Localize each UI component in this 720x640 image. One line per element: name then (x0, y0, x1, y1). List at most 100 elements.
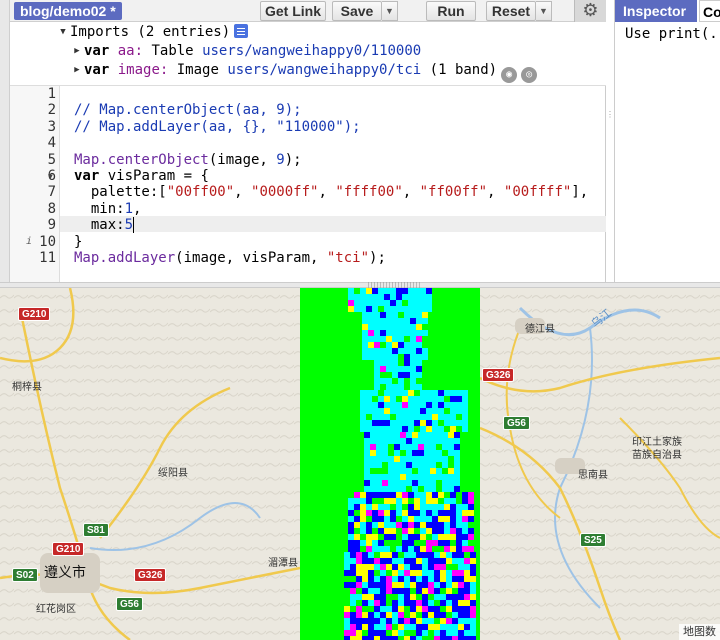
code-line-7: palette:["00ff00", "0000ff", "ffff00", "… (74, 184, 589, 201)
tab-console[interactable]: Co (699, 0, 720, 22)
fold-chevron-down-icon[interactable]: ▼ (48, 172, 53, 181)
raster-pixel (404, 570, 410, 576)
raster-pixel (366, 546, 372, 552)
save-button[interactable]: Save (332, 1, 382, 21)
right-panel-splitter[interactable]: ⋮ (606, 110, 614, 130)
raster-pixel (438, 396, 444, 402)
raster-pixel (416, 354, 422, 360)
raster-pixel (392, 336, 398, 342)
raster-pixel (434, 552, 440, 558)
reset-dropdown-chevron-down-icon[interactable]: ▼ (536, 1, 552, 21)
raster-pixel (464, 612, 470, 618)
run-button[interactable]: Run (426, 1, 476, 21)
eye-icon[interactable]: ◉ (501, 67, 518, 83)
expand-triangle-icon[interactable]: ▶ (70, 60, 84, 80)
raster-pixel (384, 492, 390, 498)
raster-pixel (416, 570, 422, 576)
raster-pixel (430, 468, 436, 474)
import-item-image[interactable]: ▶ var image: Image users/wangweihappy0/tc… (70, 60, 538, 83)
raster-pixel (402, 396, 408, 402)
raster-pixel (450, 492, 456, 498)
raster-pixel (416, 558, 422, 564)
raster-pixel (426, 426, 432, 432)
raster-pixel (438, 528, 444, 534)
raster-pixel (458, 570, 464, 576)
gear-icon[interactable]: ⚙ (574, 0, 606, 22)
raster-pixel (406, 462, 412, 468)
raster-pixel (418, 462, 424, 468)
raster-pixel (356, 636, 362, 640)
raster-pixel (450, 396, 456, 402)
raster-pixel (450, 534, 456, 540)
raster-pixel (428, 582, 434, 588)
code-editor[interactable]: 1 2 3 4 5 6 7 8 9 10 11 ▼ i // Map.cente… (10, 86, 606, 282)
get-link-button[interactable]: Get Link (260, 1, 326, 21)
raster-pixel (370, 486, 376, 492)
import-item-aa[interactable]: ▶ var aa: Table users/wangweihappy0/11000… (70, 41, 421, 61)
raster-pixel (376, 474, 382, 480)
line-number: 5 (47, 151, 56, 168)
raster-pixel (384, 522, 390, 528)
active-line-highlight (60, 216, 606, 233)
raster-pixel (356, 606, 362, 612)
raster-pixel (392, 636, 398, 640)
raster-pixel (414, 408, 420, 414)
raster-pixel (388, 480, 394, 486)
raster-pixel (380, 582, 386, 588)
raster-pixel (426, 498, 432, 504)
raster-pixel (362, 606, 368, 612)
raster-pixel (404, 354, 410, 360)
raster-pixel (378, 504, 384, 510)
raster-pixel (420, 396, 426, 402)
raster-pixel (462, 402, 468, 408)
line-number: 10 (39, 233, 56, 250)
raster-pixel (422, 354, 428, 360)
raster-pixel (392, 342, 398, 348)
raster-pixel (394, 444, 400, 450)
raster-pixel (420, 516, 426, 522)
raster-pixel (462, 498, 468, 504)
raster-pixel (432, 420, 438, 426)
raster-pixel (432, 414, 438, 420)
map-canvas[interactable]: 桐梓县 绥阳县 遵义市 湄潭县 红花岗区 德江县 印江土家族 苗族自治县 思南县… (0, 288, 720, 640)
raster-pixel (402, 492, 408, 498)
save-dropdown-chevron-down-icon[interactable]: ▼ (382, 1, 398, 21)
raster-pixel (360, 516, 366, 522)
raster-pixel (344, 624, 350, 630)
raster-pixel (440, 624, 446, 630)
target-icon[interactable]: ◎ (521, 67, 538, 83)
raster-pixel (404, 588, 410, 594)
raster-pixel (350, 612, 356, 618)
raster-pixel (396, 402, 402, 408)
raster-pixel (416, 318, 422, 324)
raster-pixel (386, 324, 392, 330)
raster-pixel (390, 396, 396, 402)
raster-pixel (390, 426, 396, 432)
tab-inspector[interactable]: Inspector (615, 0, 697, 22)
script-title-tab[interactable]: blog/demo02 * (14, 2, 122, 20)
raster-pixel (468, 534, 474, 540)
raster-pixel (380, 612, 386, 618)
raster-pixel (372, 516, 378, 522)
raster-pixel (354, 288, 360, 294)
reset-button[interactable]: Reset (486, 1, 536, 21)
expand-triangle-icon[interactable]: ▶ (70, 41, 84, 61)
left-panel-splitter[interactable] (0, 0, 10, 282)
collapse-triangle-icon[interactable]: ▼ (56, 22, 70, 42)
raster-pixel (434, 588, 440, 594)
raster-pixel (362, 354, 368, 360)
raster-pixel (382, 444, 388, 450)
raster-pixel (432, 534, 438, 540)
raster-pixel (406, 456, 412, 462)
document-icon[interactable] (234, 24, 249, 38)
imports-header[interactable]: ▼ Imports (2 entries) (56, 22, 249, 42)
raster-pixel (368, 618, 374, 624)
place-label-zunyi: 遵义市 (44, 564, 86, 580)
raster-pixel (380, 624, 386, 630)
raster-pixel (360, 294, 366, 300)
info-icon[interactable]: i (26, 236, 32, 247)
raster-pixel (398, 348, 404, 354)
raster-pixel (446, 600, 452, 606)
raster-pixel (428, 624, 434, 630)
raster-pixel (414, 534, 420, 540)
